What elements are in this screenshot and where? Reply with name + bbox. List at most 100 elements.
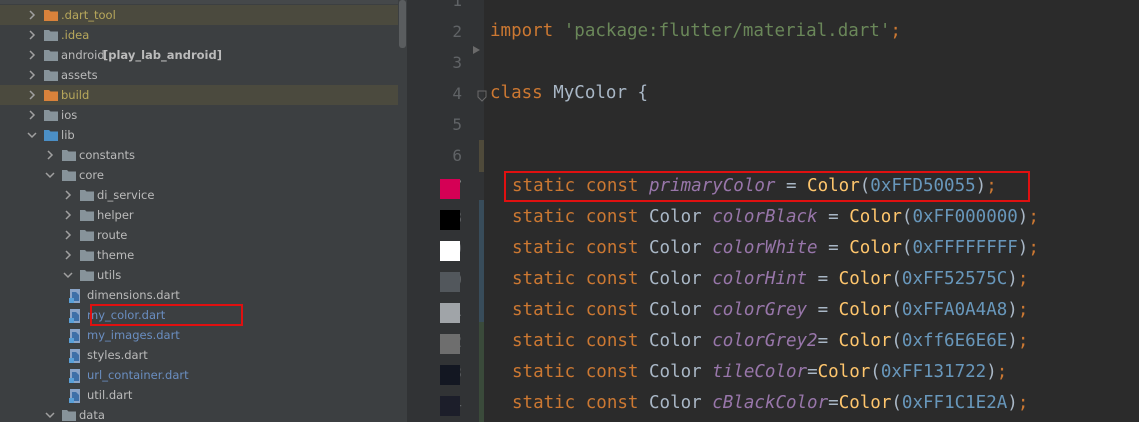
tree-item-di-service[interactable]: di_service xyxy=(0,185,407,205)
chevron-right-icon[interactable] xyxy=(45,149,55,161)
open-paren: ( xyxy=(891,331,902,351)
const-keyword: const xyxy=(585,362,639,382)
chevron-down-icon[interactable] xyxy=(63,269,73,281)
tree-item-constants[interactable]: constants xyxy=(0,145,407,165)
chevron-right-icon[interactable] xyxy=(63,189,73,201)
constructor-name: Color xyxy=(838,269,892,289)
field-name: colorHint xyxy=(712,269,808,289)
tree-item-utils[interactable]: utils xyxy=(0,265,407,285)
chevron-down-icon[interactable] xyxy=(45,409,55,421)
const-keyword: const xyxy=(585,300,639,320)
folder-icon xyxy=(61,148,77,162)
tree-item-lib[interactable]: lib xyxy=(0,125,407,145)
tree-item-label: .idea xyxy=(61,28,90,42)
color-swatch-icon[interactable] xyxy=(440,334,460,354)
constructor-name: Color xyxy=(817,362,871,382)
tree-item-label: ios xyxy=(61,108,78,122)
close-paren-semicolon: ); xyxy=(1007,269,1029,289)
chevron-right-icon[interactable] xyxy=(27,29,37,41)
open-paren: ( xyxy=(891,269,902,289)
chevron-right-icon[interactable] xyxy=(27,89,37,101)
vcs-change-marker[interactable] xyxy=(479,322,484,422)
folder-icon xyxy=(79,228,95,242)
const-keyword: const xyxy=(585,207,639,227)
tree-item-core[interactable]: core xyxy=(0,165,407,185)
constructor-name: Color xyxy=(838,393,892,413)
open-paren: ( xyxy=(891,393,902,413)
line-number: 5 xyxy=(452,115,462,134)
color-swatch-icon[interactable] xyxy=(440,365,460,385)
chevron-down-icon[interactable] xyxy=(45,169,55,181)
close-paren-semicolon: ); xyxy=(1007,331,1029,351)
tree-item-idea[interactable]: .idea xyxy=(0,25,407,45)
type-name: Color xyxy=(649,300,702,320)
hex-value: 0xff6E6E6E xyxy=(901,331,1008,351)
field-name: tileColor xyxy=(712,362,808,382)
static-keyword: static xyxy=(512,300,576,320)
chevron-right-icon[interactable] xyxy=(63,249,73,261)
hex-value: 0xFF1C1E2A xyxy=(901,393,1008,413)
tree-item-label: theme xyxy=(97,248,135,262)
chevron-right-icon[interactable] xyxy=(63,229,73,241)
tree-item-android[interactable]: android [play_lab_android] xyxy=(0,45,407,65)
chevron-right-icon[interactable] xyxy=(63,209,73,221)
dart-file-icon xyxy=(67,348,83,363)
dart-file-icon xyxy=(67,368,83,383)
tree-item-label: helper xyxy=(97,208,134,222)
type-name: Color xyxy=(649,269,702,289)
folder-blue-icon xyxy=(43,128,59,142)
project-tree-scrollbar-track[interactable] xyxy=(398,0,407,422)
fold-marker-icon[interactable] xyxy=(477,87,487,102)
vcs-change-marker[interactable] xyxy=(479,140,484,172)
tree-item-my-images-dart[interactable]: my_images.dart xyxy=(0,325,407,345)
tree-item-assets[interactable]: assets xyxy=(0,65,407,85)
code-line-11: static const Color colorGrey = Color(0xF… xyxy=(512,299,1028,321)
folder-orange-icon xyxy=(43,8,59,22)
open-paren: ( xyxy=(901,238,913,258)
tree-item-util-dart[interactable]: util.dart xyxy=(0,385,407,405)
folder-icon xyxy=(61,408,77,422)
module-name-suffix: [play_lab_android] xyxy=(103,48,222,62)
tree-item-dimensions-dart[interactable]: dimensions.dart xyxy=(0,285,407,305)
code-line-13: static const Color tileColor=Color(0xFF1… xyxy=(512,361,1007,383)
tree-item-label: my_images.dart xyxy=(87,328,180,342)
tree-item-url-container-dart[interactable]: url_container.dart xyxy=(0,365,407,385)
chevron-down-icon[interactable] xyxy=(27,129,37,141)
fold-marker-icon[interactable] xyxy=(472,40,482,54)
static-keyword: static xyxy=(512,238,576,258)
hex-value: 0xFFA0A4A8 xyxy=(901,300,1008,320)
project-tree-scrollbar-thumb[interactable] xyxy=(399,0,406,48)
line-number: 4 xyxy=(452,84,462,103)
color-swatch-icon[interactable] xyxy=(440,241,460,261)
color-swatch-icon[interactable] xyxy=(440,179,460,199)
tree-item-theme[interactable]: theme xyxy=(0,245,407,265)
line-number: 1 xyxy=(452,0,462,10)
chevron-right-icon[interactable] xyxy=(27,9,37,21)
tree-item-route[interactable]: route xyxy=(0,225,407,245)
close-paren-semicolon: ); xyxy=(1017,238,1039,258)
tree-item-helper[interactable]: helper xyxy=(0,205,407,225)
line-number: 2 xyxy=(452,22,462,41)
color-swatch-icon[interactable] xyxy=(440,272,460,292)
vcs-change-marker[interactable] xyxy=(479,200,484,322)
close-paren-semicolon: ); xyxy=(1007,393,1029,413)
open-paren: ( xyxy=(891,300,902,320)
highlight-box-my-color-file xyxy=(90,304,243,326)
tree-item-label: core xyxy=(79,168,104,182)
chevron-right-icon[interactable] xyxy=(27,49,37,61)
chevron-right-icon[interactable] xyxy=(27,109,37,121)
assignment-operator: = xyxy=(817,207,850,227)
color-swatch-icon[interactable] xyxy=(440,303,460,323)
folder-icon xyxy=(79,188,95,202)
color-swatch-icon[interactable] xyxy=(440,396,460,416)
tree-item-build[interactable]: build xyxy=(0,85,407,105)
assignment-operator: = xyxy=(807,269,839,289)
chevron-right-icon[interactable] xyxy=(27,69,37,81)
tree-item-ios[interactable]: ios xyxy=(0,105,407,125)
type-name: Color xyxy=(649,207,702,227)
tree-item-styles-dart[interactable]: styles.dart xyxy=(0,345,407,365)
code-line-9: static const Color colorWhite = Color(0x… xyxy=(512,237,1039,259)
tree-item-data[interactable]: data xyxy=(0,405,407,422)
color-swatch-icon[interactable] xyxy=(440,210,460,230)
tree-item-dart-tool[interactable]: .dart_tool xyxy=(0,5,407,25)
